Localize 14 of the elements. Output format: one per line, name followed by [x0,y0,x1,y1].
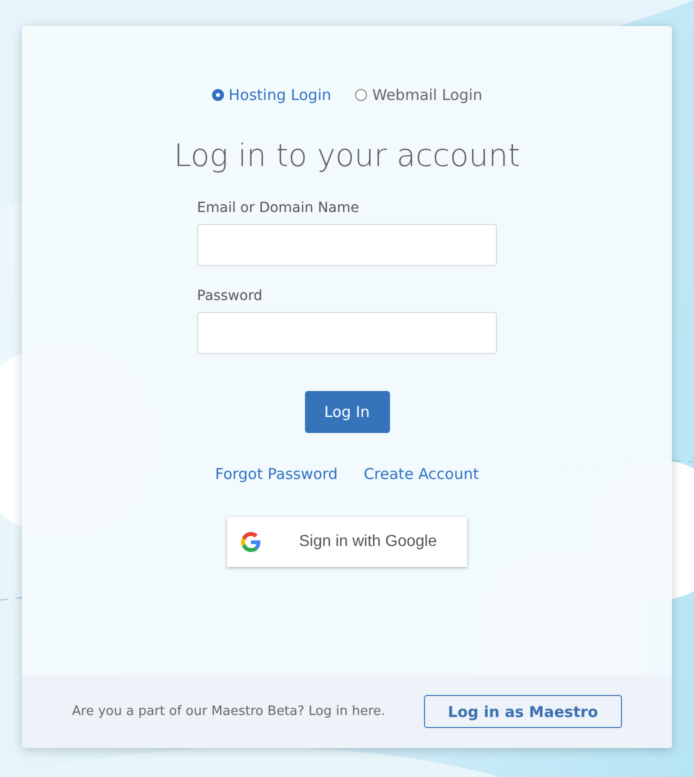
login-type-option[interactable]: Webmail Login [355,86,482,104]
google-icon [241,532,261,552]
account-link[interactable]: Forgot Password [215,465,338,483]
email-field[interactable] [197,224,497,266]
maestro-login-button[interactable]: Log in as Maestro [424,695,622,728]
field-label: Password [197,288,264,304]
password-field[interactable] [197,312,497,354]
footer-text: Are you a part of our Maestro Beta? Log in here. [72,704,386,719]
page-heading: Log in to your account [174,138,520,174]
login-type-option[interactable]: Hosting Login [212,86,332,104]
account-link[interactable]: Create Account [364,465,479,483]
google-signin-button[interactable]: Sign in with Google [227,517,467,567]
login-button[interactable]: Log In [304,391,390,433]
field-label: Email or Domain Name [197,200,360,216]
